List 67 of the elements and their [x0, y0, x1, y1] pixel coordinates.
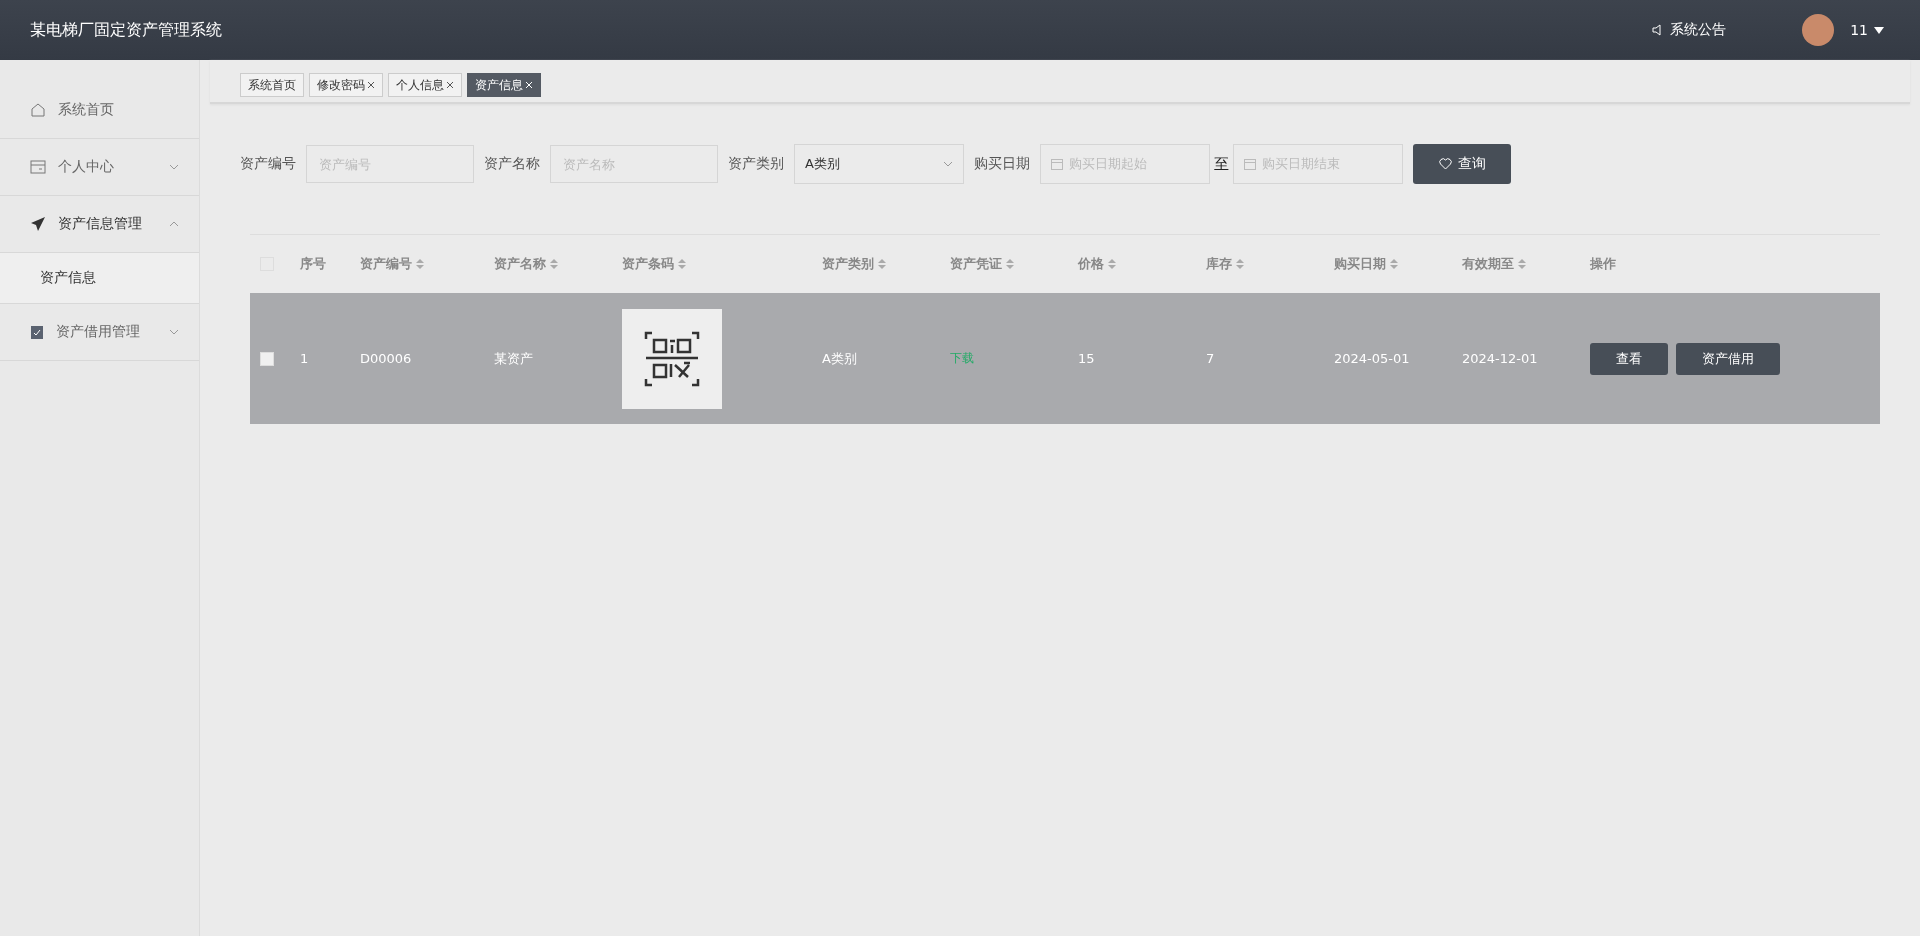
sort-icon[interactable]: [1108, 258, 1116, 270]
menu-label: 个人中心: [58, 158, 115, 176]
sort-icon[interactable]: [878, 258, 886, 270]
page-tab[interactable]: 资产信息: [467, 73, 541, 97]
clipboard-icon: [30, 324, 44, 340]
menu-label: 资产信息管理: [58, 215, 143, 233]
sort-icon[interactable]: [1518, 258, 1526, 270]
menu-label: 资产借用管理: [56, 323, 141, 341]
user-avatar[interactable]: [1802, 14, 1835, 46]
chevron-down-icon: [943, 161, 953, 167]
page-tab[interactable]: 系统首页: [240, 73, 304, 97]
calendar-icon: [1051, 158, 1063, 170]
sort-icon[interactable]: [1006, 258, 1014, 270]
column-header[interactable]: 资产凭证: [940, 255, 1068, 273]
paper-plane-icon: [30, 216, 46, 232]
table-cell-text: 1: [299, 351, 310, 366]
sort-icon[interactable]: [678, 258, 686, 270]
table-cell-text: 15: [1077, 351, 1096, 366]
menu-label: 系统首页: [58, 101, 115, 119]
table-cell-text: 2024-12-01: [1461, 351, 1539, 366]
field-label: 购买日期: [974, 155, 1030, 173]
category-select[interactable]: A类别: [794, 144, 964, 184]
column-header[interactable]: 操作: [1580, 255, 1880, 273]
column-header[interactable]: 有效期至: [1452, 255, 1580, 273]
sort-icon[interactable]: [416, 258, 424, 270]
card-icon: [30, 160, 46, 174]
sort-icon[interactable]: [1390, 258, 1398, 270]
action-button[interactable]: 资产借用: [1676, 342, 1780, 375]
sidebar-item[interactable]: 资产借用管理: [0, 304, 199, 361]
column-header[interactable]: 库存: [1196, 255, 1324, 273]
range-separator: 至: [1214, 154, 1229, 174]
sidebar-item[interactable]: 个人中心: [0, 139, 199, 196]
sort-icon[interactable]: [1236, 258, 1244, 270]
page-tab[interactable]: 修改密码: [309, 73, 383, 97]
table-row[interactable]: 1 D00006 某资产 A类别 下载 15 7 2024-05-01 2024-12-01 查看 资产借用: [250, 293, 1880, 424]
sort-icon[interactable]: [550, 258, 558, 270]
user-menu[interactable]: 11: [1844, 21, 1890, 39]
sidebar-item[interactable]: 系统首页: [0, 82, 199, 139]
column-header[interactable]: 资产编号: [350, 255, 484, 273]
close-icon[interactable]: [446, 81, 454, 89]
checkbox[interactable]: [260, 351, 274, 366]
page-tab[interactable]: 个人信息: [388, 73, 462, 97]
home-icon: [30, 102, 46, 118]
close-icon[interactable]: [367, 81, 375, 89]
submenu-item[interactable]: 资产信息: [0, 253, 199, 304]
column-header[interactable]: 资产名称: [484, 255, 612, 273]
table-cell-text: 某资产: [493, 349, 534, 368]
column-header[interactable]: 序号: [290, 255, 350, 273]
column-header[interactable]: 资产类别: [812, 255, 940, 273]
caret-icon: [1874, 26, 1884, 34]
field-label: 资产编号: [240, 155, 296, 173]
qr-code-icon: [622, 308, 722, 409]
column-header[interactable]: 购买日期: [1324, 255, 1452, 273]
column-header[interactable]: 资产条码: [612, 255, 812, 273]
query-button[interactable]: 查询: [1413, 144, 1511, 184]
notice-button[interactable]: 系统公告: [1646, 20, 1733, 40]
table-cell-text: 7: [1205, 351, 1216, 366]
table-cell-text: 2024-05-01: [1333, 351, 1411, 366]
column-header[interactable]: 价格: [1068, 255, 1196, 273]
calendar-icon: [1244, 158, 1256, 170]
field-label: 资产类别: [728, 155, 784, 173]
table-cell-text: D00006: [359, 351, 413, 366]
field-label: 资产名称: [484, 155, 540, 173]
action-button[interactable]: 查看: [1590, 342, 1668, 375]
app-title: 某电梯厂固定资产管理系统: [30, 19, 223, 41]
table-cell-text: A类别: [821, 349, 858, 368]
heart-icon: [1438, 158, 1452, 170]
